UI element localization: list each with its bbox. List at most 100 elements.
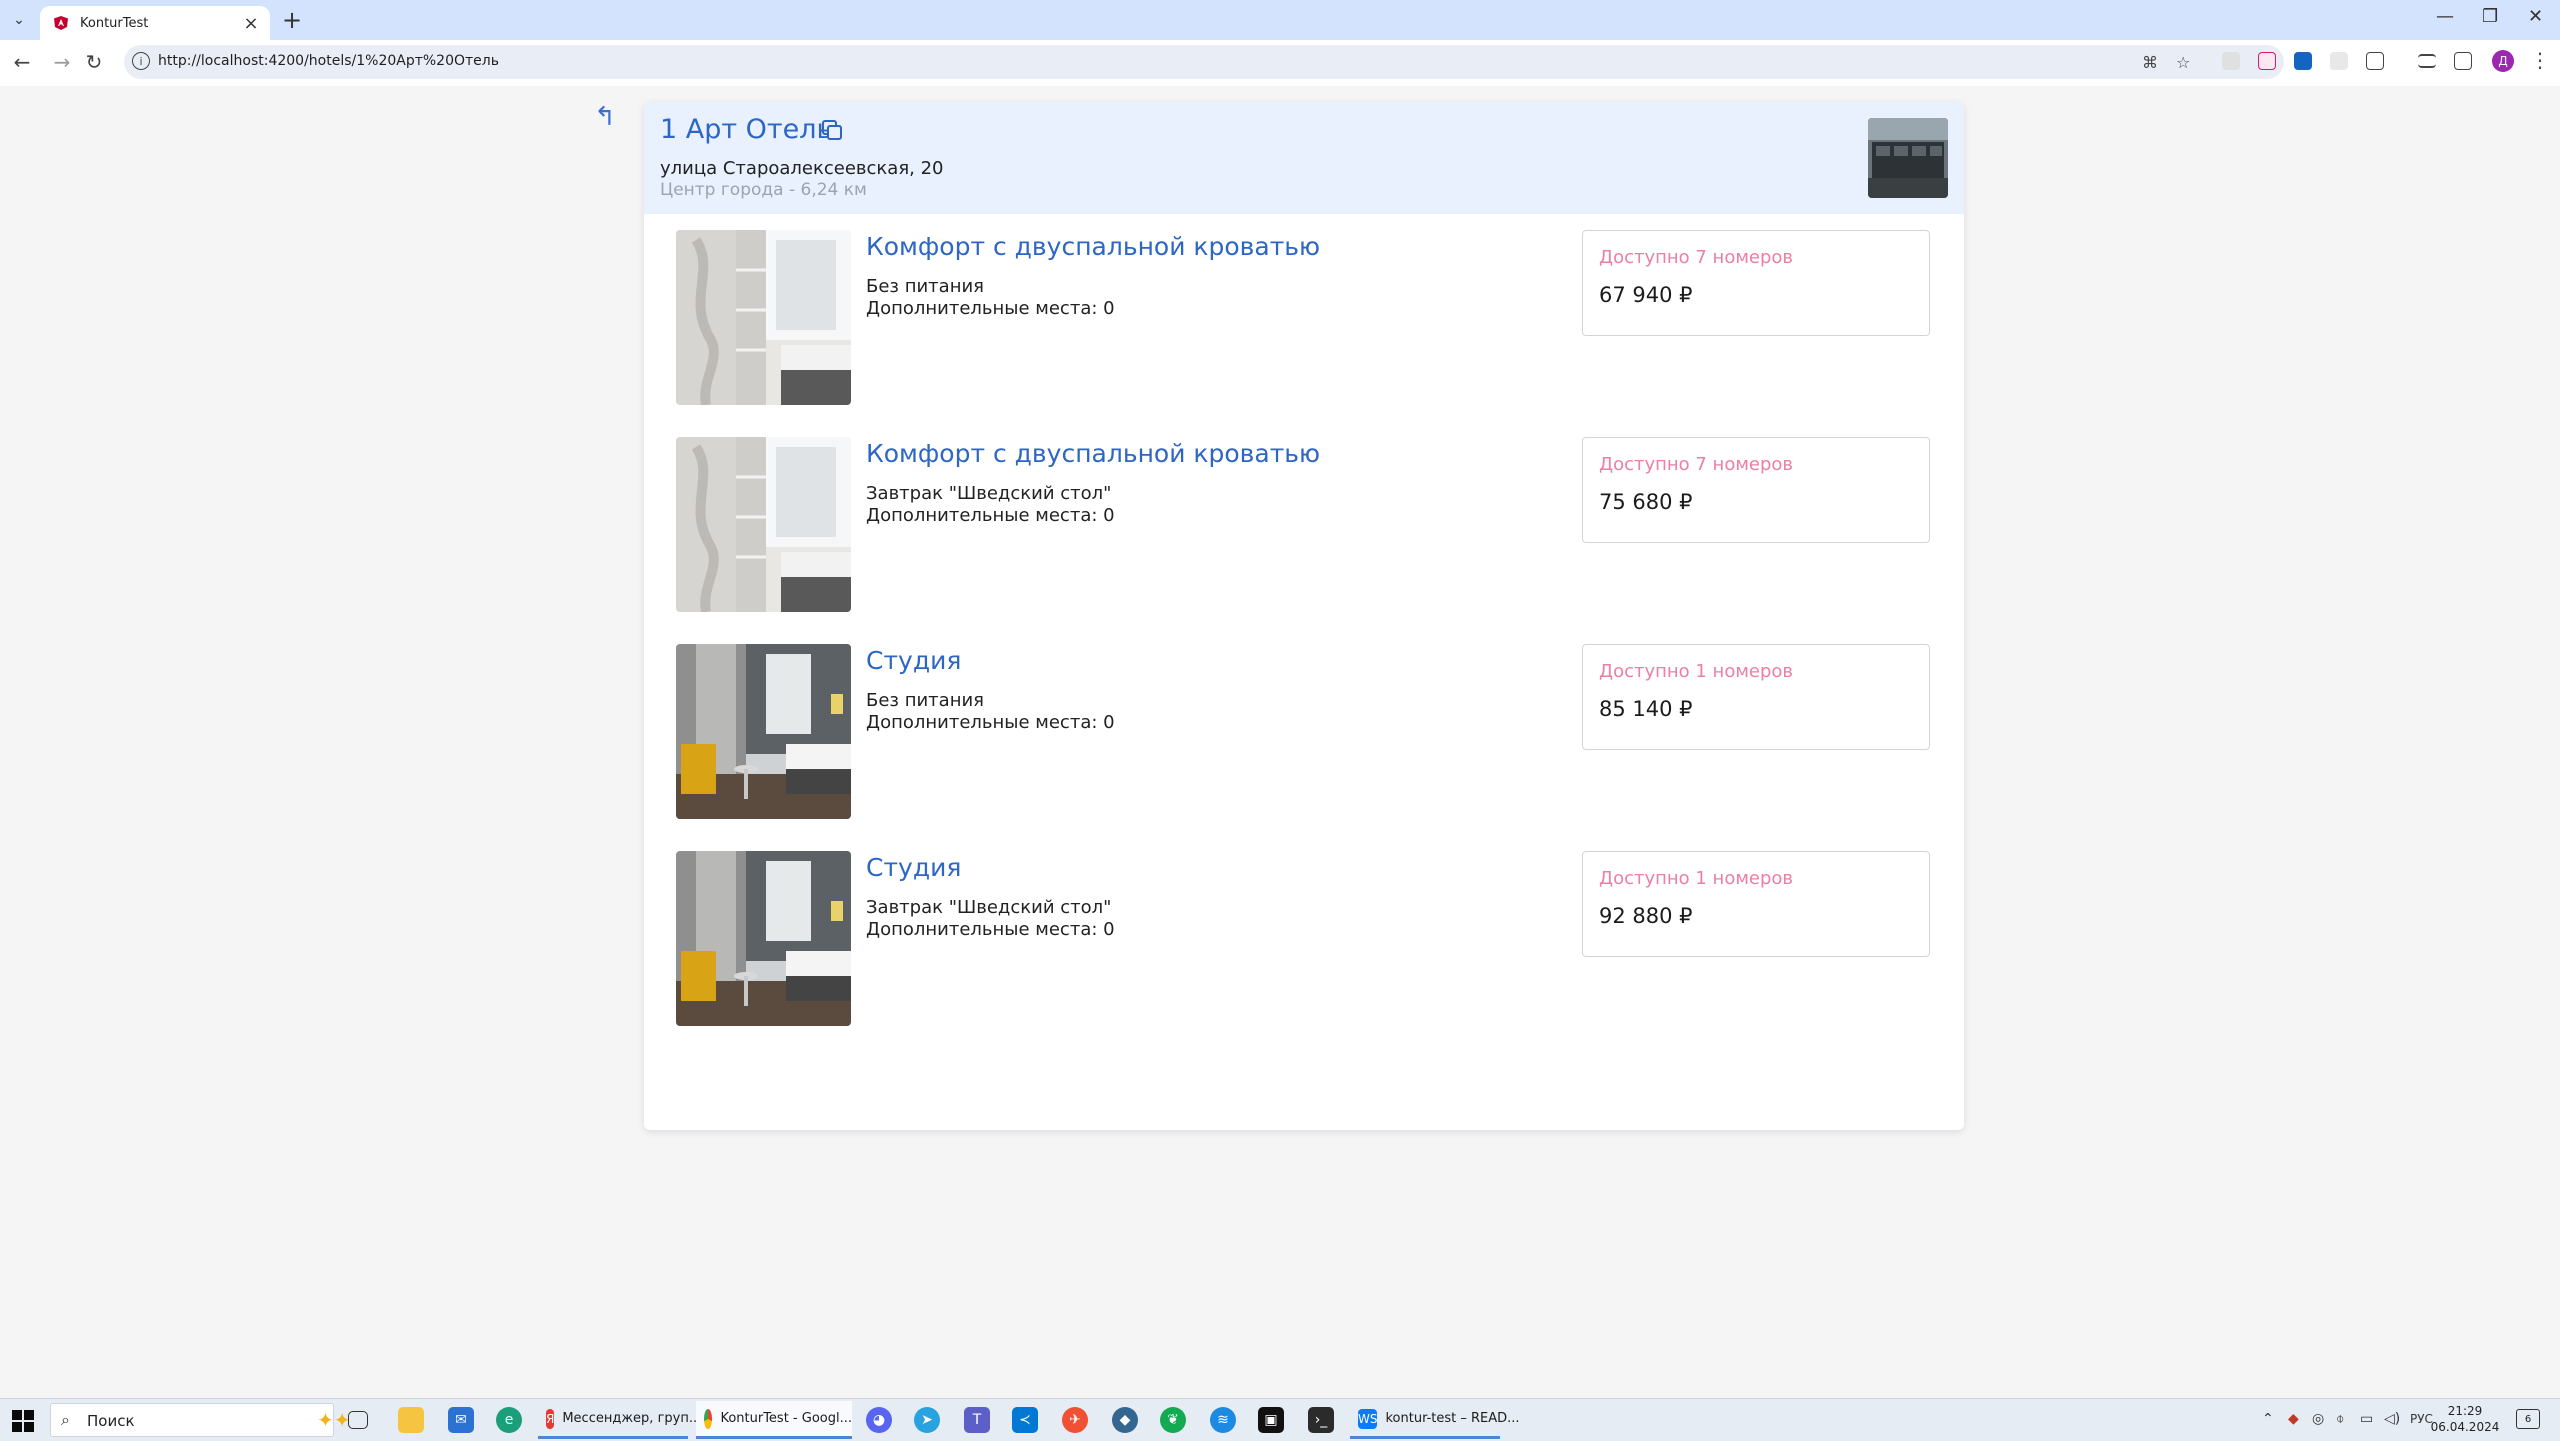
notifications-badge[interactable]: 6 xyxy=(2516,1409,2540,1429)
back-arrow-icon[interactable]: ← xyxy=(10,50,34,74)
mongodb-icon[interactable]: ❦ xyxy=(1160,1407,1186,1433)
taskbar-app[interactable]: WS kontur-test – READ... xyxy=(1350,1401,1520,1439)
minimize-icon[interactable]: — xyxy=(2436,6,2454,27)
bookmark-star-icon[interactable]: ☆ xyxy=(2176,53,2190,72)
browser-toolbar: ← → ↻ i http://localhost:4200/hotels/1%2… xyxy=(0,40,2560,87)
browser-menu-icon[interactable]: ⋮ xyxy=(2530,48,2550,72)
tab-close-icon[interactable]: × xyxy=(242,13,260,34)
new-tab-button[interactable]: + xyxy=(282,6,302,34)
site-info-icon[interactable]: i xyxy=(132,52,150,70)
clock-time: 21:29 xyxy=(2447,1404,2483,1418)
room-name[interactable]: Комфорт с двуспальной кроватью xyxy=(866,439,1320,468)
extension-icon[interactable] xyxy=(2330,52,2348,70)
room-photo[interactable] xyxy=(676,851,851,1026)
teams-icon[interactable]: T xyxy=(964,1407,990,1433)
room-meal: Завтрак "Шведский стол" xyxy=(866,483,1112,504)
room-extra-places: Дополнительные места: 0 xyxy=(866,919,1115,940)
room-extra-places: Дополнительные места: 0 xyxy=(866,298,1115,319)
docker-icon[interactable]: ≋ xyxy=(1210,1407,1236,1433)
extension-icon[interactable] xyxy=(2222,52,2240,70)
microphone-icon[interactable]: ⌽ xyxy=(2336,1411,2344,1427)
media-controls-icon[interactable] xyxy=(2418,54,2436,68)
room-extra-places: Дополнительные места: 0 xyxy=(866,712,1115,733)
back-icon[interactable]: ↰ xyxy=(594,102,616,132)
webstorm-icon: WS xyxy=(1358,1408,1378,1429)
clock[interactable]: 21:29 06.04.2024 xyxy=(2430,1403,2500,1435)
room-meal: Завтрак "Шведский стол" xyxy=(866,897,1112,918)
clock-date: 06.04.2024 xyxy=(2430,1420,2500,1434)
hotel-distance: Центр города - 6,24 км xyxy=(660,180,867,200)
page-content: ↰ 1 Арт Отель улица Староалексеевская, 2… xyxy=(0,86,2560,1398)
discord-icon[interactable]: ◕ xyxy=(866,1407,892,1433)
room-name[interactable]: Студия xyxy=(866,646,961,675)
room-row: Студия Без питания Дополнительные места:… xyxy=(644,644,1964,850)
price-box[interactable]: Доступно 7 номеров 75 680 ₽ xyxy=(1582,437,1930,543)
taskbar-app[interactable]: KonturTest - Googl... xyxy=(696,1401,852,1439)
postgres-icon[interactable]: ◆ xyxy=(1112,1407,1138,1433)
browser-tab[interactable]: KonturTest × xyxy=(40,6,270,40)
search-placeholder: Поиск xyxy=(87,1412,135,1430)
tab-search-icon[interactable]: ⌄ xyxy=(6,7,32,33)
postman-icon[interactable]: ✈ xyxy=(1062,1407,1088,1433)
taskbar-app-label: Мессенджер, груп... xyxy=(562,1411,702,1426)
file-explorer-icon[interactable] xyxy=(398,1407,424,1433)
search-icon: ⌕ xyxy=(61,1410,70,1429)
taskbar: ⌕ Поиск ✦✦ ✉ e Я Мессенджер, груп... Kon… xyxy=(0,1398,2560,1441)
taskbar-app-label: kontur-test – READ... xyxy=(1385,1411,1520,1426)
room-price: 85 140 ₽ xyxy=(1599,697,1693,721)
room-price: 67 940 ₽ xyxy=(1599,283,1693,307)
hotel-address: улица Староалексеевская, 20 xyxy=(660,158,944,179)
telegram-icon[interactable]: ➤ xyxy=(914,1407,940,1433)
jetbrains-icon[interactable]: ▣ xyxy=(1258,1407,1284,1433)
room-row: Комфорт с двуспальной кроватью Завтрак "… xyxy=(644,437,1964,643)
availability-text: Доступно 1 номеров xyxy=(1599,868,1794,889)
forward-arrow-icon[interactable]: → xyxy=(50,50,74,74)
volume-icon[interactable]: ◁) xyxy=(2384,1411,2400,1427)
network-icon[interactable]: ▭ xyxy=(2360,1411,2373,1427)
taskbar-app[interactable]: Я Мессенджер, груп... xyxy=(538,1401,701,1439)
terminal-icon[interactable]: ›_ xyxy=(1308,1407,1334,1433)
room-extra-places: Дополнительные места: 0 xyxy=(866,505,1115,526)
taskbar-search[interactable]: ⌕ Поиск ✦✦ xyxy=(50,1403,351,1437)
task-view-icon[interactable] xyxy=(348,1411,368,1429)
angular-favicon-icon xyxy=(52,14,70,32)
tray-app-icon[interactable]: ◆ xyxy=(2288,1411,2299,1427)
profile-avatar[interactable]: Д xyxy=(2492,50,2514,72)
price-box[interactable]: Доступно 7 номеров 67 940 ₽ xyxy=(1582,230,1930,336)
room-photo[interactable] xyxy=(676,437,851,612)
availability-text: Доступно 1 номеров xyxy=(1599,661,1794,682)
room-name[interactable]: Студия xyxy=(866,853,961,882)
address-bar[interactable]: i http://localhost:4200/hotels/1%20Арт%2… xyxy=(124,45,2284,79)
tray-app-icon[interactable]: ◎ xyxy=(2312,1411,2324,1427)
reload-icon[interactable]: ↻ xyxy=(82,50,106,74)
room-row: Студия Завтрак "Шведский стол" Дополните… xyxy=(644,851,1964,1057)
room-photo[interactable] xyxy=(676,644,851,819)
vscode-icon[interactable]: ≺ xyxy=(1012,1407,1038,1433)
room-meal: Без питания xyxy=(866,276,984,297)
hotel-card: 1 Арт Отель улица Староалексеевская, 20 … xyxy=(644,102,1964,1130)
copy-icon[interactable] xyxy=(820,118,844,142)
hotel-photo[interactable] xyxy=(1868,118,1948,198)
room-photo[interactable] xyxy=(676,230,851,405)
price-box[interactable]: Доступно 1 номеров 85 140 ₽ xyxy=(1582,644,1930,750)
mail-icon[interactable]: ✉ xyxy=(448,1407,474,1433)
url-text[interactable]: http://localhost:4200/hotels/1%20Арт%20О… xyxy=(158,53,499,69)
extension-a-icon[interactable] xyxy=(2294,52,2312,70)
sparkle-icon: ✦✦ xyxy=(317,1408,351,1432)
taskbar-app-label: KonturTest - Googl... xyxy=(720,1411,852,1426)
chevron-up-icon[interactable]: ⌃ xyxy=(2262,1411,2274,1427)
close-window-icon[interactable]: ✕ xyxy=(2528,6,2543,27)
angular-devtools-icon[interactable] xyxy=(2258,52,2276,70)
browser-tab-bar: ⌄ KonturTest × + — ❐ ✕ xyxy=(0,0,2560,40)
translate-icon[interactable]: ⌘ xyxy=(2142,53,2158,72)
room-name[interactable]: Комфорт с двуспальной кроватью xyxy=(866,232,1320,261)
side-panel-icon[interactable] xyxy=(2454,52,2472,70)
edge-icon[interactable]: e xyxy=(496,1407,522,1433)
availability-text: Доступно 7 номеров xyxy=(1599,454,1794,475)
extensions-puzzle-icon[interactable] xyxy=(2366,52,2384,70)
tab-title: KonturTest xyxy=(80,15,149,31)
restore-icon[interactable]: ❐ xyxy=(2482,6,2498,27)
windows-start-icon[interactable] xyxy=(12,1410,34,1432)
room-price: 75 680 ₽ xyxy=(1599,490,1693,514)
price-box[interactable]: Доступно 1 номеров 92 880 ₽ xyxy=(1582,851,1930,957)
